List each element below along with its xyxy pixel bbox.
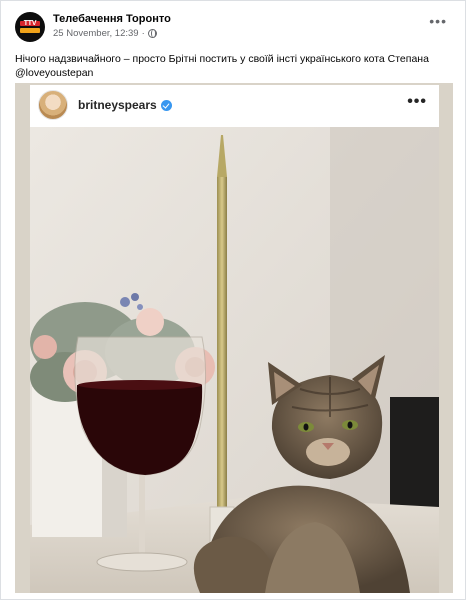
cat-pupil-left — [303, 423, 309, 431]
instagram-header: britneyspears ••• — [30, 85, 439, 127]
post-media[interactable]: britneyspears ••• — [15, 83, 453, 593]
page-name[interactable]: Телебачення Торонто — [53, 13, 171, 25]
meta-separator: · — [141, 28, 145, 39]
candle — [217, 177, 227, 512]
blue-bud-3 — [137, 304, 143, 310]
wine-glass-base — [96, 552, 188, 572]
page-avatar[interactable]: TTV — [15, 12, 45, 42]
post-header: TTV Телебачення Торонто 25 November, 12:… — [15, 12, 451, 44]
rose-3 — [136, 308, 164, 336]
cat-pupil-right — [347, 421, 353, 429]
globe-icon — [147, 29, 157, 38]
post-timestamp[interactable]: 25 November, 12:39 — [53, 28, 139, 39]
instagram-username-text: britneyspears — [78, 98, 157, 112]
post-meta: 25 November, 12:39 · — [53, 28, 157, 39]
avatar-logo-text: TTV — [23, 20, 37, 27]
post-caption: Нічого надзвичайного – просто Брітні пос… — [15, 53, 429, 79]
cat-photo — [30, 127, 439, 593]
instagram-avatar — [38, 90, 68, 120]
instagram-screenshot: britneyspears ••• — [30, 85, 439, 593]
instagram-more-icon: ••• — [407, 93, 427, 110]
post-more-options-icon[interactable]: ••• — [429, 14, 447, 28]
wine-surface — [78, 380, 202, 390]
blue-bud-2 — [131, 293, 139, 301]
avatar-logo-stripe-orange — [20, 28, 40, 33]
blue-bud-1 — [120, 297, 130, 307]
verified-badge-icon — [160, 99, 172, 111]
instagram-username: britneyspears — [78, 98, 172, 112]
wine-glass-stem — [139, 475, 145, 560]
rose-4 — [33, 335, 57, 359]
facebook-post: TTV Телебачення Торонто 25 November, 12:… — [0, 0, 466, 600]
cat-muzzle — [306, 438, 350, 466]
